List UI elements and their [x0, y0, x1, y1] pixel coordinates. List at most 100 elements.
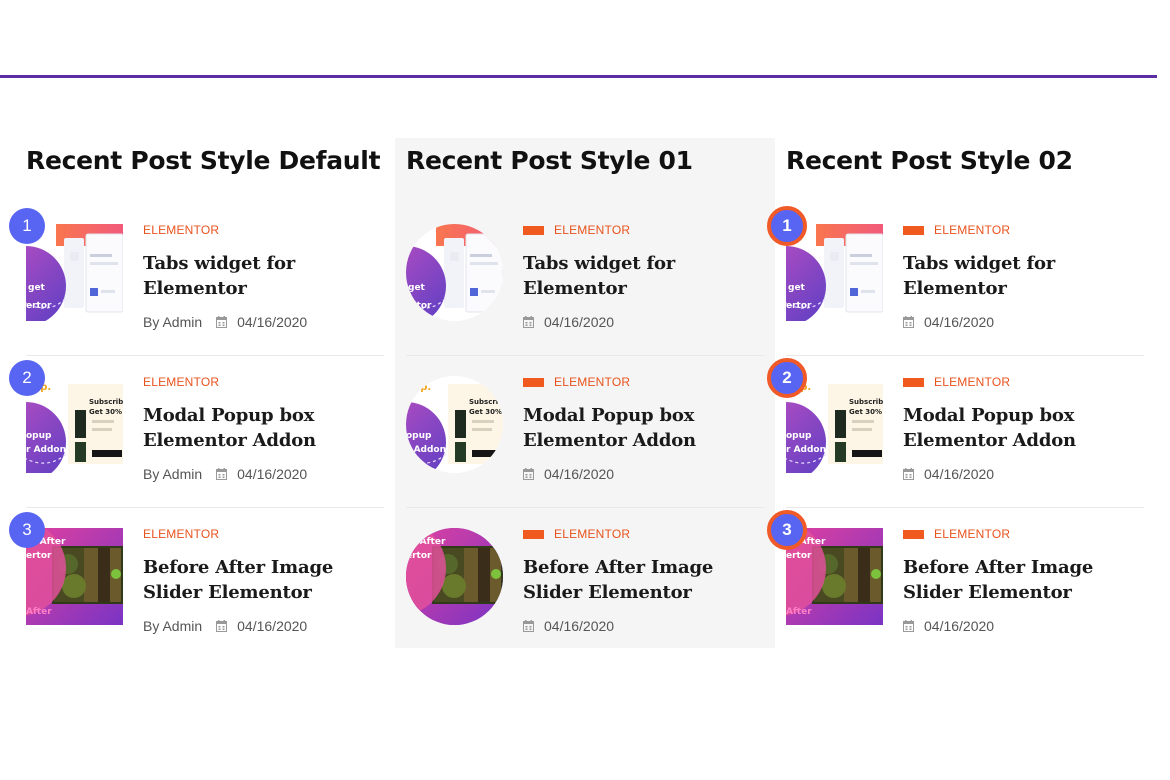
post-date[interactable]: 04/16/2020: [544, 466, 614, 482]
svg-text:opup: opup: [406, 431, 432, 441]
svg-text:get: get: [788, 283, 806, 293]
post-title[interactable]: Tabs widget for Elementor: [143, 251, 388, 301]
post-item[interactable]: re After ertor After 3 ELEMENTOR Before …: [9, 512, 384, 664]
svg-text:ertor: ertor: [26, 551, 52, 561]
svg-text:Subscrib: Subscrib: [89, 398, 123, 406]
column-title: Recent Post Style 01: [406, 146, 693, 175]
rank-badge: 2: [9, 360, 45, 396]
post-date[interactable]: 04/16/2020: [237, 314, 307, 330]
category-marker: [523, 225, 544, 235]
post-author[interactable]: By Admin: [143, 466, 202, 482]
svg-text:ertor: ertor: [26, 301, 52, 311]
post-thumbnail[interactable]: pup. Subscrib Get 30% opup r Addon: [406, 376, 503, 473]
post-date[interactable]: 04/16/2020: [544, 618, 614, 634]
svg-text:Get 30%: Get 30%: [469, 408, 502, 416]
svg-text:Subscrib: Subscrib: [849, 398, 883, 406]
calendar-icon: [216, 620, 228, 632]
rank-badge: 1: [767, 206, 807, 246]
svg-text:Subscrib: Subscrib: [469, 398, 503, 406]
svg-text:r Addon: r Addon: [786, 445, 826, 455]
svg-text:Get 30%: Get 30%: [849, 408, 882, 416]
post-category[interactable]: ELEMENTOR: [554, 527, 630, 541]
post-thumbnail[interactable]: pup. Subscrib Get 30% opup r Addon: [26, 376, 123, 473]
post-divider: [406, 507, 764, 508]
post-date[interactable]: 04/16/2020: [924, 314, 994, 330]
post-thumbnail[interactable]: get ertor: [26, 224, 123, 321]
post-category[interactable]: ELEMENTOR: [143, 527, 219, 541]
post-divider: [26, 507, 384, 508]
post-title[interactable]: Before After Image Slider Elementor: [143, 555, 388, 605]
svg-text:ertor: ertor: [406, 551, 432, 561]
top-accent-line: [0, 75, 1157, 78]
post-category[interactable]: ELEMENTOR: [934, 223, 1010, 237]
svg-text:r Addon: r Addon: [26, 445, 66, 455]
svg-text:r Addon: r Addon: [406, 445, 446, 455]
post-author[interactable]: By Admin: [143, 314, 202, 330]
post-title[interactable]: Modal Popup box Elementor Addon: [903, 403, 1148, 453]
post-date[interactable]: 04/16/2020: [544, 314, 614, 330]
calendar-icon: [523, 620, 534, 632]
rank-badge: 3: [767, 510, 807, 550]
post-item[interactable]: re After ertor ELEMENTOR Before After Im…: [406, 512, 764, 664]
column-title: Recent Post Style Default: [26, 146, 381, 175]
post-date[interactable]: 04/16/2020: [237, 466, 307, 482]
post-author[interactable]: By Admin: [143, 618, 202, 634]
post-category[interactable]: ELEMENTOR: [143, 223, 219, 237]
svg-text:pup.: pup.: [406, 382, 431, 393]
calendar-icon: [903, 316, 914, 328]
category-marker: [903, 529, 924, 539]
post-title[interactable]: Modal Popup box Elementor Addon: [523, 403, 768, 453]
post-title[interactable]: Before After Image Slider Elementor: [523, 555, 768, 605]
post-date[interactable]: 04/16/2020: [924, 466, 994, 482]
post-date[interactable]: 04/16/2020: [237, 618, 307, 634]
post-title[interactable]: Tabs widget for Elementor: [903, 251, 1148, 301]
post-item[interactable]: pup. Subscrib Get 30% opup r Addon 2 ELE…: [767, 358, 1144, 512]
post-category[interactable]: ELEMENTOR: [934, 527, 1010, 541]
rank-badge: 2: [767, 358, 807, 398]
svg-text:Get 30%: Get 30%: [89, 408, 122, 416]
column-title: Recent Post Style 02: [786, 146, 1073, 175]
post-item[interactable]: get ertor 1 ELEMENTOR Tabs widget for El…: [9, 208, 384, 360]
svg-text:opup: opup: [786, 431, 812, 441]
svg-text:get: get: [28, 283, 46, 293]
svg-text:re After: re After: [406, 537, 446, 547]
post-title[interactable]: Before After Image Slider Elementor: [903, 555, 1148, 605]
post-title[interactable]: Tabs widget for Elementor: [523, 251, 768, 301]
post-thumbnail[interactable]: get ertor: [406, 224, 503, 321]
svg-text:ertor: ertor: [786, 301, 812, 311]
calendar-icon: [523, 468, 534, 480]
recent-post-style-default: Recent Post Style Default get ertor 1 EL…: [9, 138, 395, 648]
svg-text:After: After: [26, 607, 52, 617]
post-item[interactable]: pup. Subscrib Get 30% opup r Addon ELEME…: [406, 360, 764, 512]
category-marker: [523, 377, 544, 387]
category-marker: [903, 377, 924, 387]
post-divider: [26, 355, 384, 356]
svg-text:get: get: [408, 283, 426, 293]
category-marker: [903, 225, 924, 235]
calendar-icon: [216, 468, 228, 480]
post-thumbnail[interactable]: re After ertor After: [26, 528, 123, 625]
calendar-icon: [903, 468, 914, 480]
calendar-icon: [216, 316, 228, 328]
post-item[interactable]: get ertor 1 ELEMENTOR Tabs widget for El…: [767, 206, 1144, 360]
post-title[interactable]: Modal Popup box Elementor Addon: [143, 403, 388, 453]
svg-text:ertor: ertor: [406, 301, 432, 311]
post-divider: [786, 507, 1144, 508]
calendar-icon: [903, 620, 914, 632]
category-marker: [523, 529, 544, 539]
post-divider: [406, 355, 764, 356]
post-divider: [786, 355, 1144, 356]
post-item[interactable]: re After ertor After 3 ELEMENTOR Before …: [767, 510, 1144, 664]
post-item[interactable]: pup. Subscrib Get 30% opup r Addon 2 ELE…: [9, 360, 384, 512]
post-thumbnail[interactable]: re After ertor: [406, 528, 503, 625]
post-date[interactable]: 04/16/2020: [924, 618, 994, 634]
svg-text:After: After: [786, 607, 812, 617]
svg-text:ertor: ertor: [786, 551, 812, 561]
calendar-icon: [523, 316, 534, 328]
rank-badge: 1: [9, 208, 45, 244]
post-category[interactable]: ELEMENTOR: [143, 375, 219, 389]
post-category[interactable]: ELEMENTOR: [554, 375, 630, 389]
post-item[interactable]: get ertor ELEMENTOR Tabs widget for Elem…: [406, 208, 764, 360]
post-category[interactable]: ELEMENTOR: [934, 375, 1010, 389]
post-category[interactable]: ELEMENTOR: [554, 223, 630, 237]
